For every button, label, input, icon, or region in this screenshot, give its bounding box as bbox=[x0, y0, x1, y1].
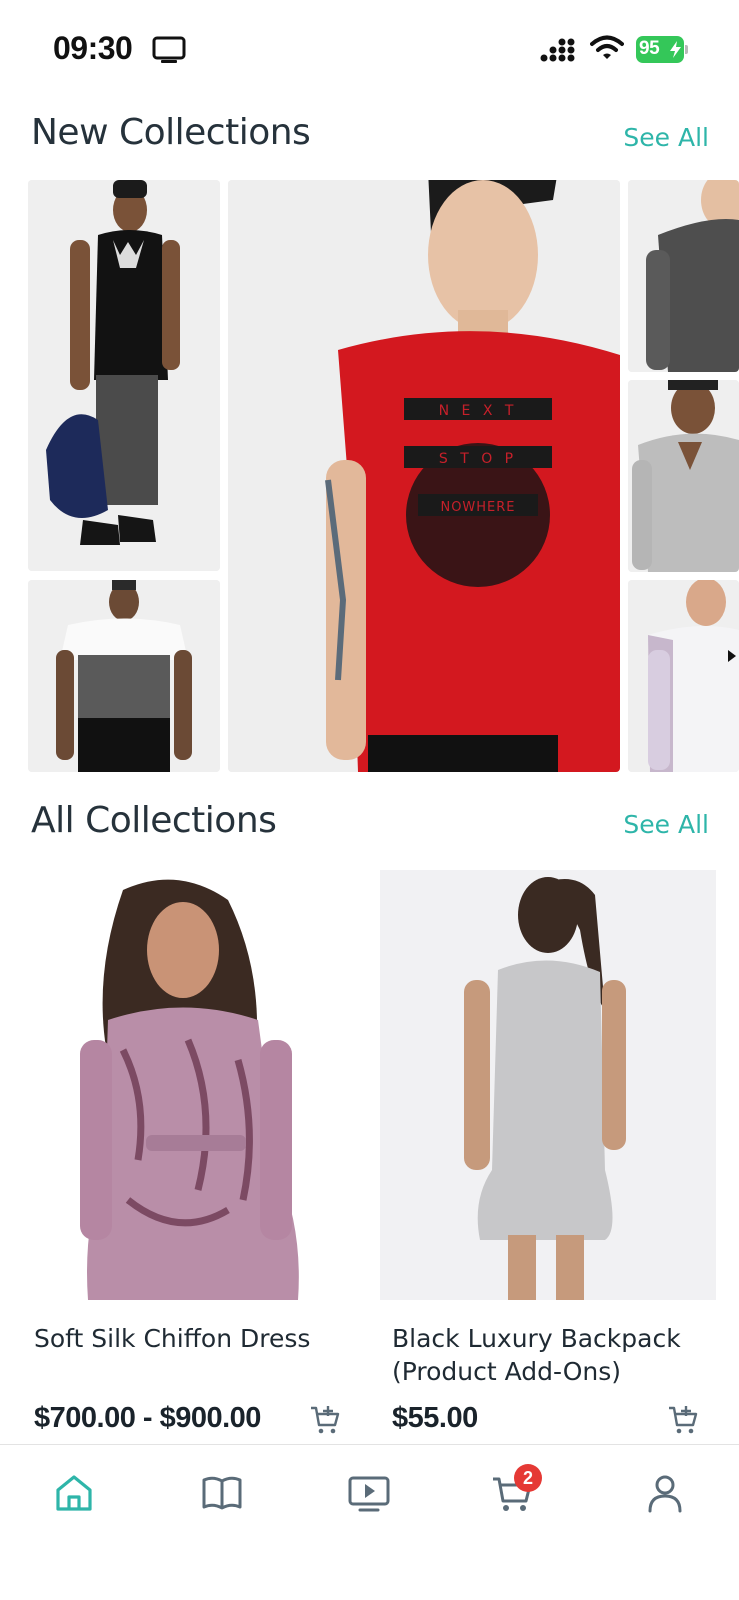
video-icon bbox=[348, 1476, 390, 1512]
catalog-book-icon bbox=[202, 1476, 242, 1510]
charging-bolt-icon bbox=[670, 41, 681, 58]
grey-longsleeve-model-image bbox=[628, 180, 739, 372]
add-to-cart-icon[interactable] bbox=[667, 1404, 699, 1436]
battery-indicator: 95 bbox=[636, 36, 688, 63]
product-card-image-grey-dress[interactable] bbox=[380, 870, 716, 1300]
shirt-print-line-3: NOWHERE bbox=[440, 500, 515, 515]
black-tee-model-image bbox=[28, 180, 220, 571]
battery-level: 95 bbox=[639, 38, 660, 59]
collection-tile-colorblock-tee[interactable] bbox=[28, 580, 220, 772]
product-card-image-chiffon-dress[interactable] bbox=[28, 870, 364, 1300]
nav-catalog[interactable] bbox=[200, 1471, 244, 1515]
cellular-signal-icon bbox=[540, 38, 575, 62]
screen-mirroring-icon bbox=[152, 36, 186, 63]
bottom-navigation-bar bbox=[0, 1444, 739, 1600]
collection-tile-floral-raglan[interactable] bbox=[628, 580, 739, 772]
collection-tile-black-tee-backpack[interactable] bbox=[28, 180, 220, 571]
new-collections-title: New Collections bbox=[31, 112, 311, 153]
add-to-cart-icon[interactable] bbox=[309, 1404, 341, 1436]
status-bar: 09:30 95 bbox=[0, 0, 739, 98]
collection-tile-grey-longsleeve[interactable] bbox=[628, 180, 739, 372]
all-collections-see-all-link[interactable]: See All bbox=[623, 810, 709, 839]
grey-dress-model-image bbox=[380, 870, 716, 1300]
red-tee-model-image: N E X T S T O P NOWHERE bbox=[228, 180, 620, 772]
cart-count-badge: 2 bbox=[514, 1464, 542, 1492]
app-screen: 09:30 95 New Collections See All N E X T… bbox=[0, 0, 739, 1600]
grey-vneck-model-image bbox=[628, 380, 739, 572]
nav-video[interactable] bbox=[347, 1471, 391, 1515]
home-icon bbox=[56, 1475, 92, 1511]
product-name-1[interactable]: Soft Silk Chiffon Dress bbox=[34, 1322, 344, 1355]
colorblock-tee-model-image bbox=[28, 580, 220, 772]
all-collections-title: All Collections bbox=[31, 800, 277, 841]
nav-home[interactable] bbox=[52, 1471, 96, 1515]
product-name-2[interactable]: Black Luxury Backpack (Product Add-Ons) bbox=[392, 1322, 702, 1388]
nav-profile[interactable] bbox=[643, 1471, 687, 1515]
floral-raglan-model-image bbox=[628, 580, 739, 772]
shirt-print-line-1: N E X T bbox=[439, 403, 518, 419]
collection-tile-featured-red-tee[interactable]: N E X T S T O P NOWHERE bbox=[228, 180, 620, 772]
wifi-icon bbox=[590, 35, 624, 59]
status-time: 09:30 bbox=[53, 30, 133, 66]
collection-tile-grey-vneck[interactable] bbox=[628, 380, 739, 572]
new-collections-see-all-link[interactable]: See All bbox=[623, 123, 709, 152]
profile-icon bbox=[648, 1475, 682, 1513]
product-price-2: $55.00 bbox=[392, 1402, 478, 1434]
product-price-1: $700.00 - $900.00 bbox=[34, 1402, 261, 1434]
chiffon-dress-model-image bbox=[28, 870, 364, 1300]
shirt-print-line-2: S T O P bbox=[439, 451, 517, 467]
